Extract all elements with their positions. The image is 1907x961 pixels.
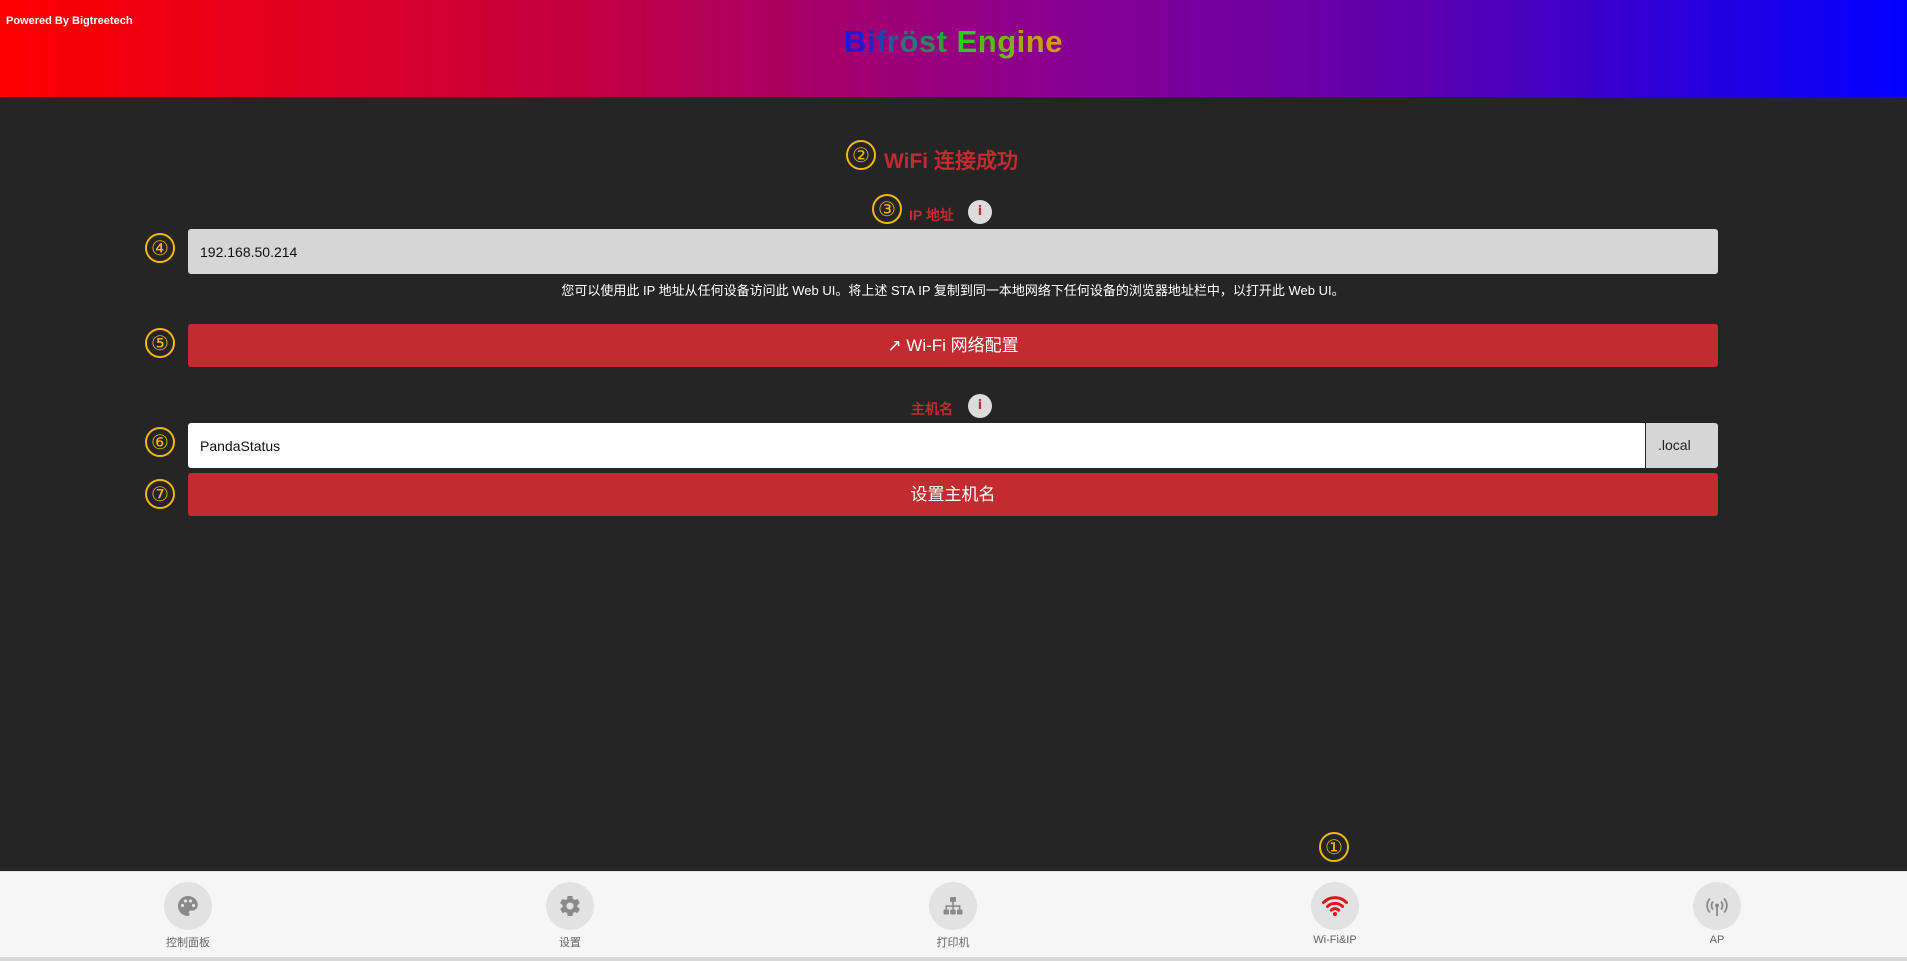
brand-char: g [997,24,1017,59]
set-hostname-button[interactable]: 设置主机名 [188,473,1718,516]
brand-char: n [977,24,998,59]
brand-char: B [844,24,867,59]
nav-label: Wi-Fi&IP [1313,934,1357,946]
nav-label: 打印机 [936,937,970,949]
annotation-2: ② [846,140,876,170]
hostname-suffix: .local [1646,423,1718,468]
brand-char: i [1016,24,1026,59]
gear-icon [546,882,594,930]
hostname-info-icon[interactable]: i [968,394,992,418]
bottom-nav: 控制面板 设置 打印机 Wi-Fi&IP AP [0,871,1907,961]
ip-address-label: IP 地址 [909,207,954,223]
brand-char: t [936,24,948,59]
brand-char: n [1025,24,1046,59]
brand-char: i [866,24,877,59]
annotation-6: ⑥ [145,427,175,457]
brand-char: ö [899,24,919,59]
brand-title: Bifröst Engine [0,24,1907,60]
annotation-5: ⑤ [145,328,175,358]
palette-icon [164,882,212,930]
hostname-field[interactable] [188,423,1645,468]
nav-item-settings[interactable]: 设置 [510,882,630,950]
hostname-label: 主机名 [911,401,953,417]
brand-char [947,24,956,60]
nav-item-ap[interactable]: AP [1657,882,1777,946]
annotation-3: ③ [872,194,902,224]
nav-label: 控制面板 [166,937,210,949]
brand-char: s [918,24,937,59]
nav-item-wifi-ip[interactable]: Wi-Fi&IP [1275,882,1395,946]
ip-address-field[interactable] [188,229,1718,274]
brand-char: r [886,24,900,59]
wifi-status-title: WiFi 连接成功 [884,150,1018,173]
wifi-network-config-button[interactable]: ↗ Wi-Fi 网络配置 [188,324,1718,367]
bottom-divider [0,957,1907,961]
nav-label: AP [1709,934,1725,946]
nav-item-control-panel[interactable]: 控制面板 [128,882,248,950]
annotation-1: ① [1319,832,1349,862]
ip-info-icon[interactable]: i [968,200,992,224]
annotation-7: ⑦ [145,479,175,509]
antenna-icon [1693,882,1741,930]
sitemap-icon [929,882,977,930]
brand-char: e [1045,24,1063,59]
brand-char: f [876,24,887,59]
annotation-4: ④ [145,233,175,263]
app-header: Powered By Bigtreetech Bifröst Engine [0,0,1907,97]
nav-item-printer[interactable]: 打印机 [893,882,1013,950]
brand-char: E [956,24,978,59]
wifi-icon [1311,882,1359,930]
nav-label: 设置 [559,937,581,949]
ip-help-text: 您可以使用此 IP 地址从任何设备访问此 Web UI。将上述 STA IP 复… [561,283,1345,298]
